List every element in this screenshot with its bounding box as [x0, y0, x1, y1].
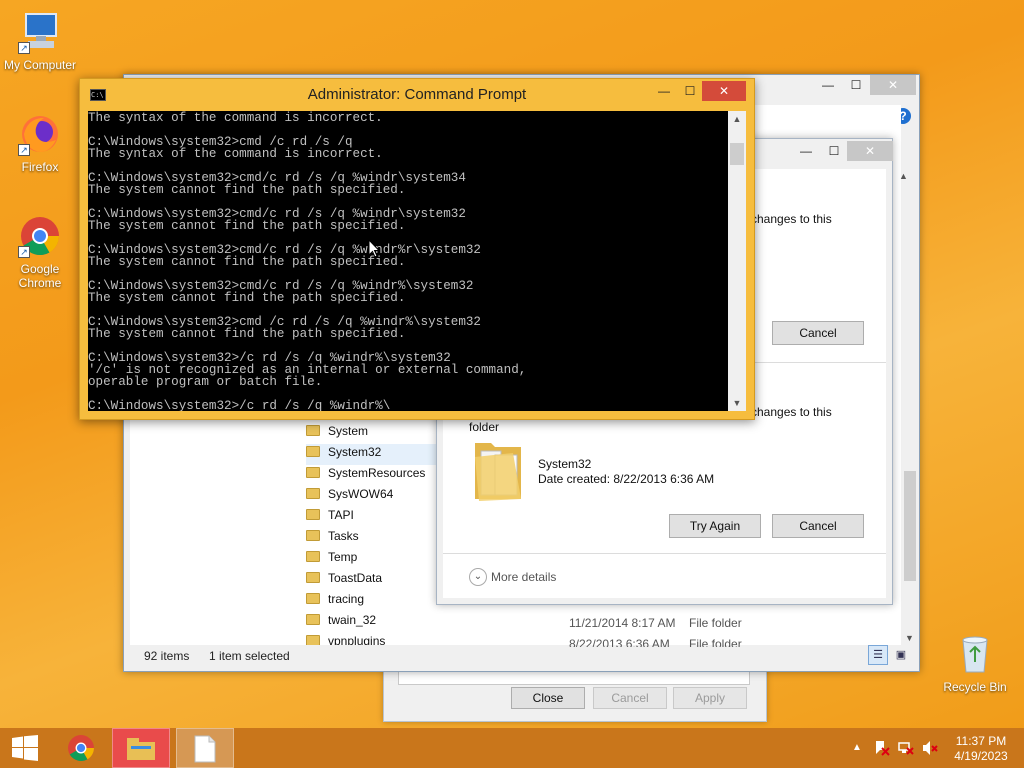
- status-item-count: 92 items: [144, 649, 190, 663]
- folder-icon: [306, 530, 320, 542]
- desktop-icon-my-computer[interactable]: ↗ My Computer: [0, 10, 80, 72]
- console-scrollbar[interactable]: ▲ ▼: [728, 111, 746, 411]
- desktop-icon-label: Recycle Bin: [943, 680, 1007, 694]
- file-explorer-icon: [127, 738, 155, 760]
- command-prompt-window: C:\ Administrator: Command Prompt — ☐ ✕ …: [79, 78, 755, 420]
- firefox-icon: ↗: [18, 112, 62, 156]
- chrome-icon: [68, 735, 94, 761]
- taskbar: ▲ 11:37 PM 4/19/2023: [0, 728, 1024, 768]
- explorer-scrollbar[interactable]: ▼: [901, 171, 919, 645]
- taskbar-file-explorer[interactable]: [112, 728, 170, 768]
- list-item[interactable]: twain_32: [306, 612, 436, 633]
- folder-icon: [306, 551, 320, 563]
- maximize-button[interactable]: ☐: [676, 81, 704, 101]
- clock-time: 11:37 PM: [955, 734, 1007, 748]
- item-date-created: Date created: 8/22/2013 6:36 AM: [538, 472, 715, 486]
- list-item[interactable]: SysWOW64: [306, 486, 436, 507]
- list-item[interactable]: Tasks: [306, 528, 436, 549]
- item-name: System32: [538, 457, 592, 471]
- dialog-message-folder: folder: [469, 420, 500, 434]
- folder-icon: [306, 425, 320, 437]
- list-item[interactable]: Temp: [306, 549, 436, 570]
- computer-icon: ↗: [18, 10, 62, 54]
- close-button[interactable]: ✕: [870, 75, 916, 95]
- cancel-button[interactable]: Cancel: [772, 321, 864, 345]
- folder-icon: [306, 614, 320, 626]
- folder-icon: [306, 572, 320, 584]
- divider: [443, 553, 886, 554]
- show-hidden-icons[interactable]: ▲: [852, 728, 862, 768]
- details-view-icon[interactable]: ☰: [868, 645, 888, 665]
- list-item-selected[interactable]: System32: [306, 444, 436, 465]
- scroll-up-icon[interactable]: ▲: [899, 171, 908, 181]
- cancel-button[interactable]: Cancel: [593, 687, 667, 709]
- list-item[interactable]: vpnplugins: [306, 633, 436, 645]
- status-selected-count: 1 item selected: [209, 649, 290, 663]
- console-output[interactable]: The syntax of the command is incorrect. …: [88, 111, 728, 411]
- list-item[interactable]: ToastData: [306, 570, 436, 591]
- minimize-button[interactable]: —: [650, 81, 678, 101]
- list-item[interactable]: TAPI: [306, 507, 436, 528]
- apply-button[interactable]: Apply: [673, 687, 747, 709]
- action-center-icon[interactable]: [874, 740, 890, 758]
- type-cell: File folder: [689, 637, 742, 647]
- folder-icon: [306, 446, 320, 458]
- folder-icon: [306, 509, 320, 521]
- list-item[interactable]: tracing: [306, 591, 436, 612]
- folder-icon: [306, 488, 320, 500]
- folder-icon: [306, 635, 320, 645]
- chrome-icon: ↗: [18, 214, 62, 258]
- more-details-toggle[interactable]: ⌄ More details: [469, 568, 556, 586]
- list-item[interactable]: System: [306, 423, 436, 444]
- start-button[interactable]: [0, 728, 50, 768]
- desktop-icon-chrome[interactable]: ↗ Google Chrome: [0, 214, 80, 290]
- desktop-icon-recycle-bin[interactable]: Recycle Bin: [935, 632, 1015, 694]
- desktop-icon-label: My Computer: [3, 58, 77, 72]
- type-cell: File folder: [689, 616, 742, 630]
- try-again-button[interactable]: Try Again: [669, 514, 761, 538]
- dialog-message: changes to this: [751, 405, 832, 419]
- desktop-icon-label: Google Chrome: [18, 262, 62, 290]
- close-button[interactable]: ✕: [702, 81, 746, 101]
- document-icon: [194, 735, 216, 763]
- date-modified-cell: 8/22/2013 6:36 AM: [569, 637, 670, 647]
- taskbar-command-prompt[interactable]: [176, 728, 234, 768]
- windows-logo-icon: [12, 735, 38, 761]
- recycle-bin-icon: [953, 632, 997, 676]
- scroll-down-icon[interactable]: ▼: [905, 633, 914, 643]
- clock-date: 4/19/2023: [954, 749, 1008, 763]
- folder-icon: [306, 467, 320, 479]
- scroll-thumb[interactable]: [730, 143, 744, 165]
- taskbar-chrome[interactable]: [52, 728, 110, 768]
- cancel-button[interactable]: Cancel: [772, 514, 864, 538]
- folder-icon: [473, 437, 525, 510]
- date-modified-cell: 11/21/2014 8:17 AM: [569, 616, 676, 630]
- desktop-icon-firefox[interactable]: ↗ Firefox: [0, 112, 80, 174]
- close-button[interactable]: Close: [511, 687, 585, 709]
- scroll-down-icon[interactable]: ▼: [728, 395, 746, 411]
- desktop-icon-label: Firefox: [21, 160, 59, 174]
- large-icons-view-icon[interactable]: ▣: [891, 645, 911, 665]
- console-text: The syntax of the command is incorrect. …: [88, 111, 527, 411]
- close-button[interactable]: ✕: [847, 141, 893, 161]
- mouse-cursor: [368, 238, 381, 263]
- scroll-up-icon[interactable]: ▲: [728, 111, 746, 127]
- clock[interactable]: 11:37 PM 4/19/2023: [950, 728, 1012, 768]
- dialog-message-top: changes to this: [751, 212, 832, 226]
- list-item[interactable]: SystemResources: [306, 465, 436, 486]
- chevron-down-icon: ⌄: [469, 568, 487, 586]
- minimize-button[interactable]: —: [814, 75, 842, 95]
- maximize-button[interactable]: ☐: [842, 75, 870, 95]
- minimize-button[interactable]: —: [792, 141, 820, 161]
- maximize-button[interactable]: ☐: [820, 141, 848, 161]
- folder-icon: [306, 593, 320, 605]
- network-icon[interactable]: [898, 740, 914, 758]
- volume-icon[interactable]: [922, 740, 938, 758]
- scroll-thumb[interactable]: [904, 471, 916, 581]
